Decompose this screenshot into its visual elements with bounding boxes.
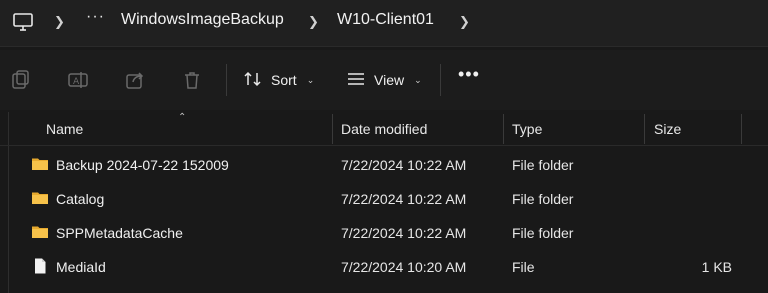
share-icon[interactable] [124,69,146,91]
view-list-icon [346,69,366,92]
file-date-modified: 7/22/2024 10:20 AM [341,259,467,275]
sort-icon [243,69,263,92]
file-type: File [512,259,535,275]
sort-button[interactable]: Sort ⌄ [243,67,314,93]
sort-label: Sort [271,72,297,88]
view-button[interactable]: View ⌄ [346,67,422,93]
computer-icon[interactable] [12,11,34,33]
toolbar-divider [226,64,227,96]
table-row[interactable]: SPPMetadataCache 7/22/2024 10:22 AM File… [0,216,768,249]
folder-icon [31,155,49,173]
chevron-right-icon[interactable]: ❯ [54,14,65,30]
file-date-modified: 7/22/2024 10:22 AM [341,191,467,207]
column-header-size[interactable]: Size [654,121,681,137]
table-row[interactable]: Backup 2024-07-22 152009 7/22/2024 10:22… [0,148,768,181]
rename-icon[interactable]: A [67,69,89,91]
folder-icon [31,189,49,207]
address-bar[interactable]: ❯ ··· WindowsImageBackup ❯ W10-Client01 … [0,0,768,47]
file-icon [31,257,49,275]
chevron-down-icon: ⌄ [306,74,315,85]
file-name: MediaId [56,259,106,275]
file-type: File folder [512,225,574,241]
sort-ascending-icon: ⌃ [178,112,187,123]
file-name: Catalog [56,191,105,207]
file-name: SPPMetadataCache [56,225,183,241]
column-header-date-modified[interactable]: Date modified [341,121,427,137]
column-resize-handle[interactable] [332,114,333,144]
folder-icon [31,223,49,241]
file-size: 1 KB [701,259,732,275]
file-type: File folder [512,157,574,173]
chevron-right-icon[interactable]: ❯ [308,14,319,30]
column-header-row: ⌃ Name Date modified Type Size [0,112,768,146]
file-date-modified: 7/22/2024 10:22 AM [341,157,467,173]
file-list: ⌃ Name Date modified Type Size Backup 20… [0,112,768,293]
svg-text:A: A [73,77,80,87]
file-date-modified: 7/22/2024 10:22 AM [341,225,467,241]
breadcrumb-item-w10-client01[interactable]: W10-Client01 [337,11,434,29]
table-row[interactable]: Catalog 7/22/2024 10:22 AM File folder [0,182,768,215]
copy-icon[interactable] [10,69,32,91]
breadcrumb-overflow-button[interactable]: ··· [86,8,105,26]
column-resize-handle[interactable] [644,114,645,144]
more-options-button[interactable]: ••• [458,64,480,85]
toolbar-divider [440,64,441,96]
chevron-down-icon: ⌄ [414,74,422,85]
column-resize-handle[interactable] [741,114,742,144]
file-type: File folder [512,191,574,207]
view-label: View [374,72,405,88]
column-header-name[interactable]: Name [46,121,83,137]
chevron-right-icon[interactable]: ❯ [459,14,470,30]
file-name: Backup 2024-07-22 152009 [56,157,229,173]
table-row[interactable]: MediaId 7/22/2024 10:20 AM File 1 KB [0,250,768,283]
delete-icon[interactable] [181,69,203,91]
breadcrumb-item-windowsimagebackup[interactable]: WindowsImageBackup [121,11,284,29]
column-resize-handle[interactable] [503,114,504,144]
command-bar: A Sort ⌄ View ⌄ ••• [0,50,768,110]
column-header-type[interactable]: Type [512,121,542,137]
